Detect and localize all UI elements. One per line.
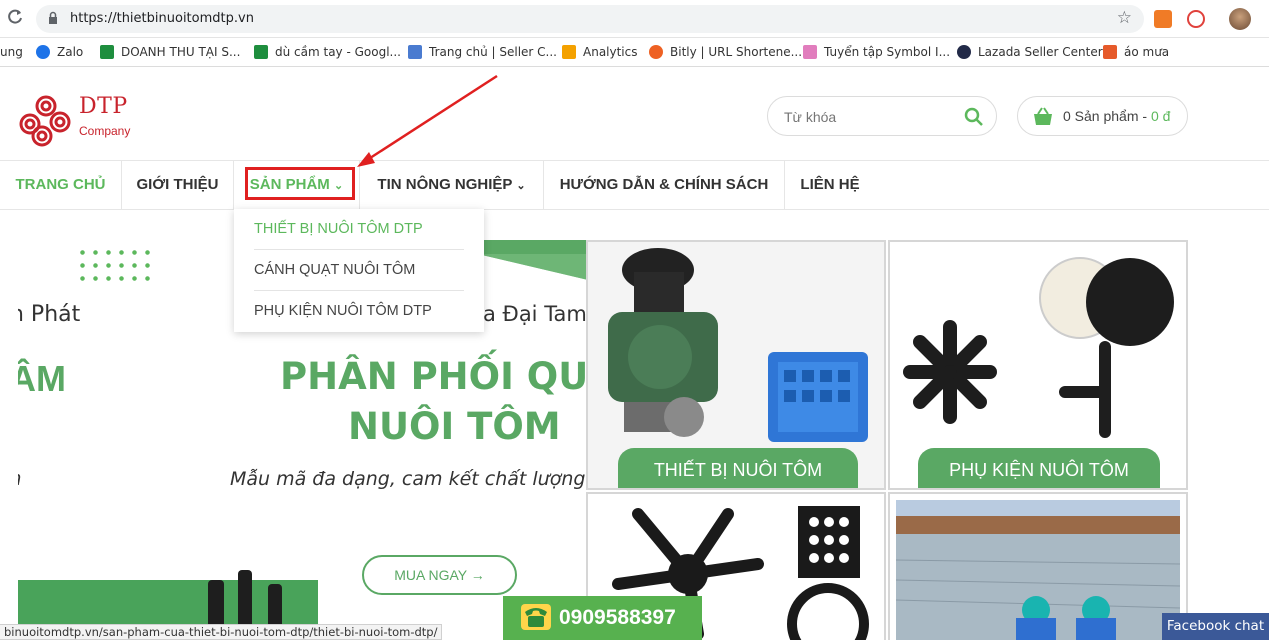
nav-divider-bottom [0, 209, 1269, 210]
nav-contact[interactable]: LIÊN HỆ [785, 161, 875, 209]
cart-basket-icon [1034, 107, 1052, 125]
product-tile-pond[interactable] [888, 492, 1188, 640]
products-dropdown: THIẾT BỊ NUÔI TÔM DTP CÁNH QUẠT NUÔI TÔM… [234, 209, 484, 332]
search-box[interactable] [767, 96, 997, 136]
extension-analytics-icon[interactable] [1154, 10, 1172, 28]
banner-headline: NUÔI TÔM [348, 405, 561, 448]
browser-toolbar: https://thietbinuoitomdtp.vn ☆ [0, 0, 1269, 38]
nav-about[interactable]: GIỚI THIỆU [122, 161, 234, 209]
bookmark-item[interactable]: Tuyển tập Symbol I... [803, 43, 950, 61]
dropdown-separator [254, 249, 464, 250]
nav-agri-news[interactable]: TIN NÔNG NGHIỆP ⌄ [360, 161, 544, 209]
nav-home[interactable]: TRANG CHỦ [0, 161, 122, 209]
extension-icon[interactable] [1187, 10, 1205, 28]
banner-fragment: a Đại Tam [483, 302, 586, 326]
hotline-number: 0909588397 [559, 606, 676, 629]
facebook-chat-button[interactable]: Facebook chat [1162, 613, 1269, 640]
bookmark-item[interactable]: Analytics [562, 43, 638, 61]
profile-avatar[interactable] [1229, 8, 1251, 30]
bitly-icon [649, 45, 663, 59]
dropdown-separator [254, 290, 464, 291]
product-tile-accessories[interactable]: PHỤ KIỆN NUÔI TÔM [888, 240, 1188, 490]
status-bar-url: binuoitomdtp.vn/san-pham-cua-thiet-bi-nu… [0, 624, 443, 640]
bookmark-item[interactable]: áo mưa [1103, 43, 1169, 61]
logo-sub: Company [79, 124, 131, 138]
hotline-button[interactable]: 0909588397 [503, 596, 702, 640]
tile-label: THIẾT BỊ NUÔI TÔM [618, 448, 858, 488]
search-input[interactable] [784, 107, 954, 127]
lazada-icon [957, 45, 971, 59]
cart-price: 0 đ [1150, 108, 1171, 124]
bookmarks-bar: ung Zalo DOANH THU TẠI S... dù cầm tay -… [0, 38, 1269, 67]
address-bar[interactable]: https://thietbinuoitomdtp.vn ☆ [36, 5, 1144, 33]
buy-now-button[interactable]: MUA NGAY → [362, 555, 517, 595]
seller-icon [408, 45, 422, 59]
shrimp-pond-image [896, 500, 1180, 640]
banner-headline: PHÂN PHỐI QUẠT [280, 355, 586, 398]
dots-decor [76, 246, 156, 282]
banner-tagline: Mẫu mã đa dạng, cam kết chất lượng b [230, 468, 586, 490]
zalo-icon [36, 45, 50, 59]
phone-icon [521, 604, 551, 630]
logo-name: DTP [79, 94, 128, 119]
bookmark-item[interactable]: dù cầm tay - Googl... [254, 43, 401, 61]
nav-guides-policy[interactable]: HƯỚNG DẪN & CHÍNH SÁCH [544, 161, 785, 209]
dropdown-item-accessories[interactable]: PHỤ KIỆN NUÔI TÔM DTP [254, 303, 464, 319]
bookmark-item[interactable]: ung [0, 43, 23, 61]
bookmark-item[interactable]: Zalo [36, 43, 83, 61]
chevron-down-icon: ⌄ [516, 180, 526, 192]
url-text: https://thietbinuoitomdtp.vn [70, 11, 254, 26]
cart-count: 0 Sản phẩm [1063, 108, 1139, 124]
search-icon[interactable] [964, 107, 984, 127]
product-tile-equipment[interactable]: THIẾT BỊ NUÔI TÔM [586, 240, 886, 490]
lock-icon [49, 11, 57, 24]
shop-icon [1103, 45, 1117, 59]
site-logo[interactable]: DTP Company [16, 92, 146, 152]
logo-swirl-icon [19, 95, 71, 147]
bookmark-star-icon[interactable]: ☆ [1117, 8, 1132, 28]
dropdown-item-equipment[interactable]: THIẾT BỊ NUÔI TÔM DTP [254, 221, 464, 237]
cart-button[interactable]: 0 Sản phẩm - 0 đ [1017, 96, 1188, 136]
sheets-icon [254, 45, 268, 59]
symbol-icon [803, 45, 817, 59]
dropdown-item-fan[interactable]: CÁNH QUẠT NUÔI TÔM [254, 262, 464, 278]
analytics-icon [562, 45, 576, 59]
bookmark-item[interactable]: DOANH THU TẠI S... [100, 43, 240, 61]
bookmark-item[interactable]: Bitly | URL Shortene... [649, 43, 802, 61]
bookmark-item[interactable]: Lazada Seller Center [957, 43, 1103, 61]
arrow-right-icon: → [470, 567, 485, 583]
banner-fragment: n [18, 468, 21, 491]
tile-label: PHỤ KIỆN NUÔI TÔM [918, 448, 1160, 488]
sheets-icon [100, 45, 114, 59]
bookmark-item[interactable]: Trang chủ | Seller C... [408, 43, 557, 61]
reload-icon[interactable] [6, 8, 24, 26]
banner-fragment: n Phát [18, 302, 81, 327]
highlight-box [245, 167, 355, 200]
banner-fragment: ÂM [18, 358, 66, 399]
